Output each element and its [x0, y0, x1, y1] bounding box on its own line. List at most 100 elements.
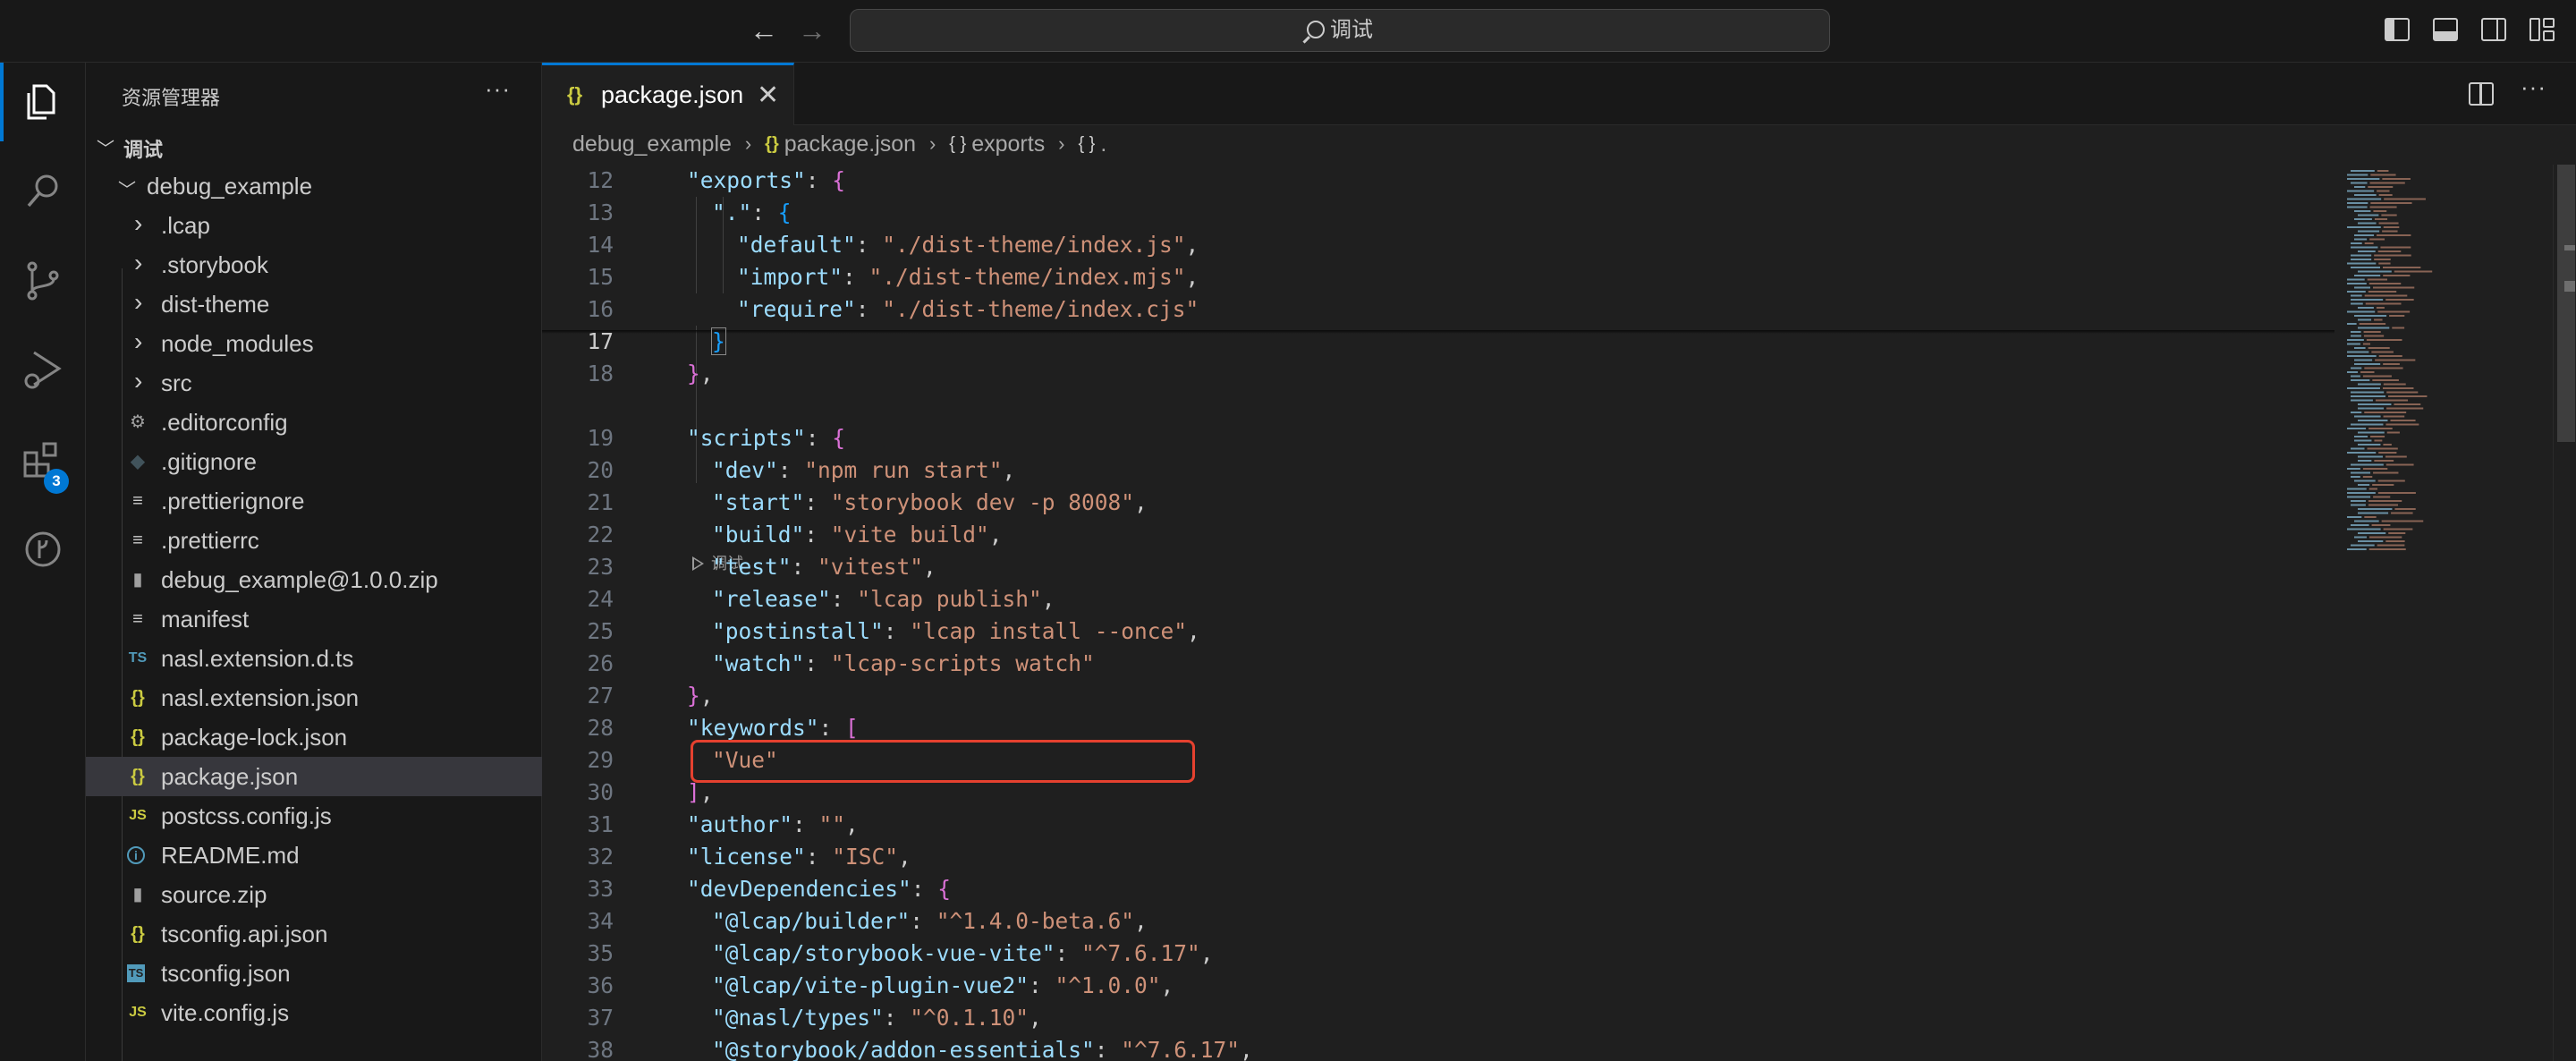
tree-item-nasl-extension-d-ts[interactable]: TS nasl.extension.d.ts	[86, 639, 542, 678]
minimap-line	[2375, 359, 2416, 361]
code-line: 24 "release": "lcap publish",	[542, 583, 2334, 615]
minimap-line	[2358, 327, 2390, 329]
minimap-line	[2374, 254, 2411, 257]
arrow-right-icon[interactable]: →	[794, 13, 830, 48]
minimap-line	[2351, 335, 2361, 337]
minimap-line	[2378, 222, 2399, 225]
more-actions-icon[interactable]: ···	[2521, 73, 2546, 101]
code-line: 12 "exports": {	[542, 165, 2334, 197]
tree-item-vite-config-js[interactable]: JS vite.config.js	[86, 993, 542, 1032]
customize-layout-icon[interactable]	[2529, 18, 2555, 41]
minimap-line	[2377, 250, 2402, 252]
tree-item-label: nasl.extension.json	[161, 684, 360, 711]
minimap-line	[2362, 476, 2373, 478]
tree-item-label: .prettierrc	[161, 527, 259, 554]
tree-item--prettierignore[interactable]: ≡ .prettierignore	[86, 481, 542, 521]
run-debug-icon[interactable]	[0, 331, 86, 410]
tree-item-source-zip[interactable]: ▮ source.zip	[86, 875, 542, 914]
scrollbar-thumb[interactable]	[2557, 165, 2575, 442]
code-editor[interactable]: 调试 12 "exports": { 13 ".": { 14 "default": …	[542, 165, 2334, 1061]
tree-item-tsconfig-api-json[interactable]: {} tsconfig.api.json	[86, 914, 542, 954]
tab-package-json[interactable]: {} package.json ✕	[542, 63, 794, 125]
tree-item--editorconfig[interactable]: ⚙ .editorconfig	[86, 403, 542, 442]
minimap-line	[2354, 275, 2381, 276]
tree-item-tsconfig-json[interactable]: TS tsconfig.json	[86, 954, 542, 993]
tree-item-nasl-extension-json[interactable]: {} nasl.extension.json	[86, 678, 542, 717]
git-file-icon: ◆	[131, 452, 145, 471]
minimap-line	[2347, 548, 2367, 550]
tree-item-debug-example-1-0-0-zip[interactable]: ▮ debug_example@1.0.0.zip	[86, 560, 542, 599]
tree-item-dist-theme[interactable]: › dist-theme	[86, 284, 542, 324]
tree-item-readme-md[interactable]: i README.md	[86, 836, 542, 875]
minimap-line	[2368, 500, 2402, 502]
tree-item--prettierrc[interactable]: ≡ .prettierrc	[86, 521, 542, 560]
breadcrumb-symbol-dot[interactable]: .	[1100, 132, 1106, 157]
search-icon[interactable]	[0, 152, 86, 231]
tree-item-debug-example[interactable]: ﹀ debug_example	[86, 166, 542, 206]
code-line: 26 "watch": "lcap-scripts watch"	[542, 648, 2334, 680]
vertical-scrollbar[interactable]	[2553, 165, 2576, 1061]
minimap-line	[2391, 512, 2413, 514]
split-editor-icon[interactable]	[2469, 82, 2494, 106]
json-file-icon: {}	[131, 727, 145, 747]
extensions-icon[interactable]: 3	[0, 420, 86, 499]
close-icon[interactable]: ✕	[757, 80, 779, 111]
command-center-search[interactable]: 调试	[850, 9, 1830, 52]
remote-explorer-icon[interactable]	[0, 510, 86, 589]
tree-item-label: src	[161, 369, 192, 396]
minimap-line	[2371, 351, 2394, 353]
minimap-line	[2382, 387, 2414, 389]
tree-item-src[interactable]: › src	[86, 363, 542, 403]
minimap-line	[2372, 379, 2399, 381]
minimap-line	[2374, 439, 2383, 442]
code-line: 23 "test": "vitest",	[542, 551, 2334, 583]
breadcrumb-folder[interactable]: debug_example	[572, 132, 732, 157]
minimap-line	[2358, 230, 2380, 233]
minimap-line	[2351, 379, 2370, 381]
line-number: 36	[587, 972, 614, 998]
text-file-icon: ≡	[132, 609, 143, 629]
minimap-line	[2347, 278, 2365, 281]
line-number: 21	[587, 489, 614, 515]
workspace-root[interactable]: ﹀ 调试	[86, 127, 542, 166]
tree-item--lcap[interactable]: › .lcap	[86, 206, 542, 245]
explorer-icon[interactable]	[0, 63, 86, 141]
tab-bar: {} package.json ✕ ···	[542, 63, 2576, 125]
minimap-line	[2381, 520, 2424, 522]
minimap[interactable]	[2334, 165, 2558, 1061]
minimap-line	[2351, 463, 2384, 466]
info-file-icon: i	[127, 846, 145, 864]
tree-item-package-json[interactable]: {} package.json	[86, 757, 542, 796]
tree-item--gitignore[interactable]: ◆ .gitignore	[86, 442, 542, 481]
minimap-line	[2347, 452, 2377, 454]
code-line: 32 "license": "ISC",	[542, 841, 2334, 873]
tree-item-node-modules[interactable]: › node_modules	[86, 324, 542, 363]
breadcrumb-file[interactable]: package.json	[784, 132, 916, 157]
minimap-line	[2384, 198, 2426, 200]
tree-item-label: source.zip	[161, 881, 267, 908]
toggle-panel-icon[interactable]	[2433, 18, 2458, 41]
minimap-line	[2368, 488, 2377, 490]
minimap-line	[2351, 391, 2385, 394]
line-number: 19	[587, 425, 614, 451]
breadcrumb-symbol-exports[interactable]: exports	[971, 132, 1045, 157]
source-control-icon[interactable]	[0, 242, 86, 320]
minimap-line	[2354, 415, 2381, 418]
sidebar-title: 资源管理器	[122, 87, 221, 109]
json-file-icon: {}	[131, 688, 145, 708]
toggle-primary-sidebar-icon[interactable]	[2385, 18, 2410, 41]
minimap-line	[2358, 214, 2379, 216]
tree-item-manifest[interactable]: ≡ manifest	[86, 599, 542, 639]
json-file-icon: {}	[131, 924, 145, 944]
tree-item-label: postcss.config.js	[161, 802, 332, 829]
line-number: 30	[587, 779, 614, 805]
minimap-line	[2351, 423, 2384, 426]
tab-label: package.json	[601, 81, 744, 108]
arrow-left-icon[interactable]: ←	[746, 13, 782, 48]
activity-bar: 3	[0, 63, 86, 1061]
more-actions-icon[interactable]: ···	[485, 75, 511, 103]
toggle-secondary-sidebar-icon[interactable]	[2481, 18, 2506, 41]
tree-item-postcss-config-js[interactable]: JS postcss.config.js	[86, 796, 542, 836]
tree-item-package-lock-json[interactable]: {} package-lock.json	[86, 717, 542, 757]
tree-item--storybook[interactable]: › .storybook	[86, 245, 542, 284]
